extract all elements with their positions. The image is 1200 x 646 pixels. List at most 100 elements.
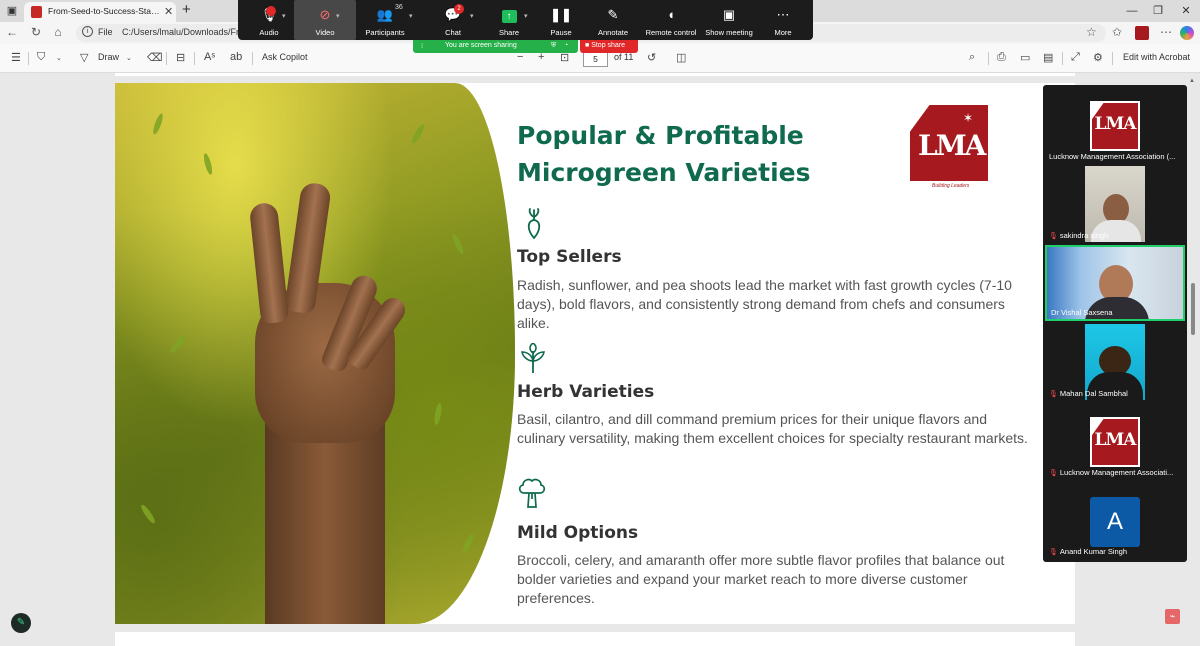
extension-lma-icon[interactable] — [1135, 26, 1149, 40]
chevron-down-icon[interactable]: ⌄ — [126, 54, 132, 62]
chat-button[interactable]: 💬 2 ▾ Chat — [422, 0, 484, 40]
pdf-file-icon — [31, 6, 42, 18]
participant-name: Mahan Dal Sambhal — [1059, 389, 1128, 398]
lma-logo-text: LMA — [1094, 430, 1137, 450]
print-icon[interactable]: ⎙ — [997, 51, 1006, 64]
participant-name: Lucknow Management Association (... — [1049, 152, 1176, 161]
participant-tile[interactable]: A 🎙 Anand Kumar Singh — [1045, 482, 1185, 558]
draw-icon[interactable]: ▽ — [80, 51, 88, 64]
copilot-icon[interactable] — [1180, 26, 1194, 40]
favorite-star-icon[interactable]: ☆ — [1086, 25, 1097, 39]
chevron-down-icon[interactable]: ▾ — [524, 12, 528, 20]
chevron-down-icon[interactable]: ▾ — [470, 12, 474, 20]
participant-tile[interactable]: 🎙 Mahan Dal Sambhal — [1045, 324, 1185, 400]
divider — [988, 52, 989, 65]
participant-tile[interactable]: 🎙 sakindra singh — [1045, 166, 1185, 242]
page-view-icon[interactable]: ◫ — [676, 51, 686, 64]
save-as-icon[interactable]: ▤ — [1043, 51, 1053, 64]
divider — [1112, 52, 1113, 65]
microphone-muted-icon: 🎙 — [1049, 549, 1058, 556]
fullscreen-icon[interactable]: ⤢ — [1071, 51, 1080, 64]
herb-icon — [521, 343, 545, 373]
browser-tab[interactable]: From-Seed-to-Success-Starting-Y ✕ — [24, 2, 176, 22]
edit-pen-icon[interactable]: ✎ — [11, 613, 31, 633]
participant-name: Lucknow Management Associati... — [1059, 468, 1174, 477]
maximize-icon[interactable]: ❐ — [1150, 3, 1166, 19]
finger — [248, 201, 290, 325]
section-heading-top-sellers: Top Sellers — [517, 247, 622, 267]
participant-tile-active-speaker[interactable]: Dr Vishal Saxsena — [1045, 245, 1185, 321]
contents-icon[interactable]: ☰ — [11, 51, 21, 64]
participant-video-panel: LMA Lucknow Management Association (... … — [1043, 85, 1187, 562]
participant-tile[interactable]: LMA 🎙 Lucknow Management Associati... — [1045, 403, 1185, 479]
mouse-icon: ◖ — [667, 7, 675, 22]
settings-gear-icon[interactable]: ⚙ — [1093, 51, 1103, 64]
lma-logo-text: LMA — [1094, 114, 1137, 134]
section-body-mild-options: Broccoli, celery, and amaranth offer mor… — [517, 552, 1005, 606]
divider — [28, 52, 29, 65]
home-icon[interactable]: ⌂ — [50, 25, 66, 39]
section-body-herb-varieties: Basil, cilantro, and dill command premiu… — [517, 411, 1028, 446]
window-close-icon[interactable]: ✕ — [1178, 3, 1194, 19]
save-icon[interactable]: ▭ — [1020, 51, 1030, 64]
screen-sharing-banner[interactable]: ⁝ You are screen sharing ⛨ ◔ — [413, 40, 578, 53]
address-scheme: File — [98, 27, 113, 37]
lma-logo: ✶ LMA Building Leaders — [910, 105, 990, 193]
next-page-edge — [115, 632, 1075, 646]
more-button[interactable]: ⋯ More — [752, 0, 814, 40]
eraser-icon[interactable]: ⌫ — [147, 51, 163, 64]
divider — [166, 52, 167, 65]
chat-icon: 💬 — [444, 7, 462, 22]
participants-count: 36 — [395, 4, 403, 11]
grip-icon[interactable]: ⁝ — [421, 42, 423, 50]
rotate-icon[interactable]: ↺ — [647, 51, 656, 64]
address-url[interactable]: C:/Users/lmalu/Downloads/From — [122, 27, 252, 37]
stop-share-button[interactable]: ■ Stop share — [580, 40, 638, 53]
close-icon[interactable]: ✕ — [164, 5, 173, 18]
muted-indicator — [266, 6, 276, 16]
ask-copilot-button[interactable]: Ask Copilot — [262, 52, 308, 62]
more-menu-icon[interactable]: ⋯ — [1160, 25, 1172, 39]
microphone-muted-icon: 🎙 — [1049, 233, 1058, 240]
acrobat-icon[interactable]: ⌁ — [1165, 609, 1180, 624]
chevron-down-icon[interactable]: ▾ — [282, 12, 286, 20]
annotate-button[interactable]: ✎ Annotate — [582, 0, 644, 40]
search-icon[interactable]: ⌕ — [969, 51, 975, 64]
audio-button[interactable]: 🎙 ▾ Audio — [238, 0, 300, 40]
minimize-icon[interactable]: — — [1124, 3, 1140, 19]
info-icon[interactable]: i — [82, 26, 93, 37]
refresh-icon[interactable]: ↻ — [28, 25, 44, 39]
video-button[interactable]: ⊘ ▾ Video — [294, 0, 356, 40]
new-tab-icon[interactable]: + — [182, 1, 191, 18]
pdf-document-area[interactable]: Popular & Profitable Microgreen Varietie… — [0, 73, 1200, 646]
divider — [1062, 52, 1063, 65]
shield-icon: ⛨ — [551, 42, 557, 49]
page-number-input[interactable]: 5 — [583, 51, 608, 67]
highlight-icon[interactable]: ⛉ — [37, 51, 45, 64]
stop-share-label: Stop share — [591, 42, 626, 49]
chevron-down-icon[interactable]: ▾ — [336, 12, 340, 20]
divider — [194, 52, 195, 65]
text-box-icon[interactable]: ⊟ — [176, 51, 185, 64]
back-icon[interactable]: ← — [4, 25, 20, 39]
translate-icon[interactable]: ab — [230, 51, 242, 63]
favorites-icon[interactable]: ✩ — [1112, 25, 1122, 39]
vertical-scrollbar[interactable] — [1191, 283, 1195, 335]
participant-logo: LMA — [1090, 417, 1140, 467]
microphone-muted-icon: 🎙 — [1049, 391, 1058, 398]
video-label: Video — [315, 28, 335, 37]
chevron-down-icon[interactable]: ▾ — [409, 12, 413, 20]
monitor-icon: ▣ — [722, 7, 736, 22]
draw-button[interactable]: Draw — [98, 52, 119, 62]
chevron-down-icon[interactable]: ⌄ — [56, 54, 62, 62]
scroll-up-icon[interactable]: ▲ — [1189, 78, 1195, 84]
edit-with-acrobat-button[interactable]: Edit with Acrobat — [1123, 52, 1190, 62]
show-meeting-button[interactable]: ▣ Show meeting — [700, 0, 758, 40]
lma-logo-text: LMA — [918, 129, 986, 162]
participants-button[interactable]: 👥 36 ▾ Participants — [353, 0, 417, 40]
tab-actions-icon[interactable]: ▣ — [4, 3, 20, 19]
read-aloud-icon[interactable]: Aˢ — [204, 51, 215, 63]
remote-control-button[interactable]: ◖ Remote control — [638, 0, 704, 40]
lma-tagline: Building Leaders — [932, 183, 970, 189]
participant-tile[interactable]: LMA Lucknow Management Association (... — [1045, 87, 1185, 163]
